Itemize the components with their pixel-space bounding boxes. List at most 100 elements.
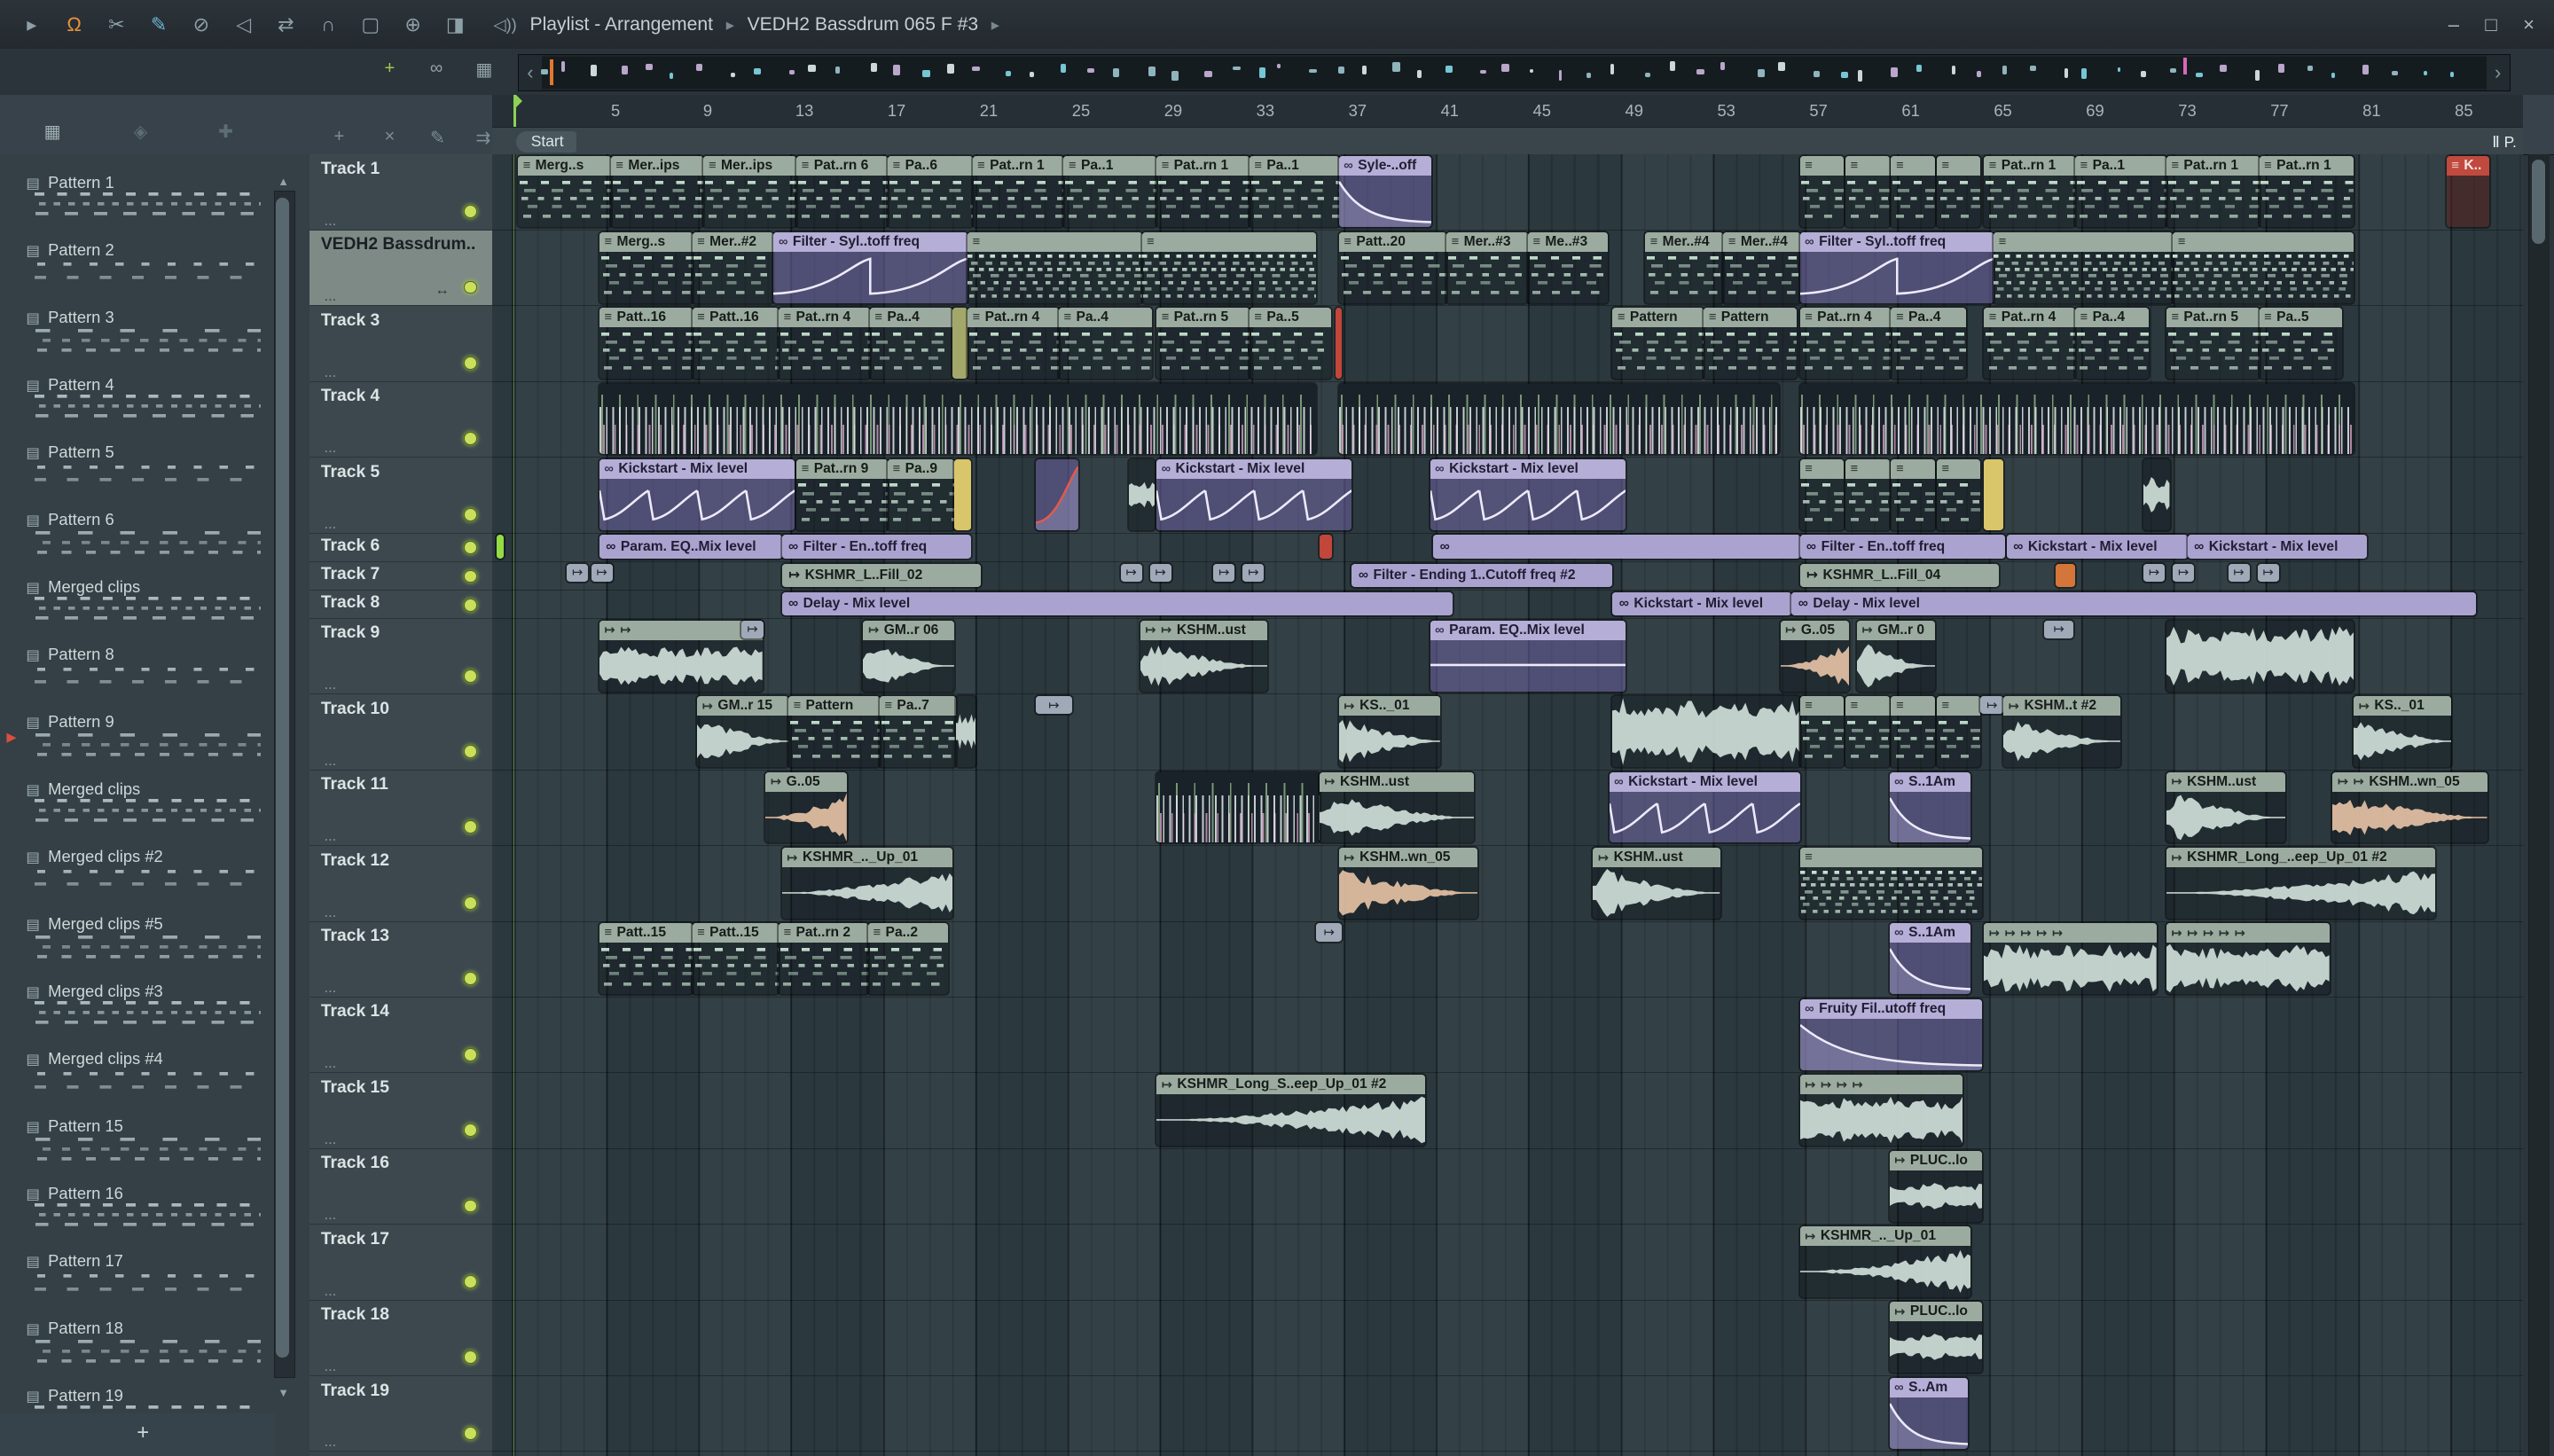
track-enable-led[interactable]	[464, 598, 478, 612]
audio-slice-clip[interactable]: ↦	[1149, 563, 1171, 582]
play-icon[interactable]: ▸	[20, 13, 44, 36]
monitor-icon[interactable]: ◨	[443, 13, 468, 36]
clip[interactable]: ∞ S..1Am	[1889, 771, 1971, 843]
track-header[interactable]: Track 13...	[309, 921, 492, 998]
audio-slice-clip[interactable]: ↦	[1242, 563, 1265, 582]
clip[interactable]: ≡	[2173, 231, 2354, 303]
clip[interactable]: ≡ Mer..#2	[692, 231, 774, 303]
track-enable-led[interactable]	[464, 541, 478, 555]
track-options-dots[interactable]: ...	[324, 1282, 336, 1300]
delete-icon[interactable]: ×	[384, 127, 395, 147]
pattern-list-item[interactable]: ▤ Pattern 1	[6, 165, 267, 231]
audio-slice-clip[interactable]: ↦	[1980, 696, 2004, 715]
track-enable-led[interactable]	[464, 669, 478, 683]
audio-slice-clip[interactable]: ↦	[1120, 563, 1142, 582]
clip[interactable]	[1612, 696, 1800, 768]
audio-slice-clip[interactable]: ↦	[2173, 563, 2195, 582]
fl-logo-icon[interactable]: Ω	[62, 13, 87, 36]
pattern-list-item[interactable]: ▤ Pattern 8	[6, 637, 267, 703]
track-enable-led[interactable]	[464, 432, 478, 446]
clip[interactable]	[2166, 620, 2354, 692]
track-enable-led[interactable]	[464, 1123, 478, 1137]
pattern-list-item[interactable]: ▤ Merged clips	[6, 569, 267, 636]
pattern-list-item[interactable]: ▤ Merged clips #2	[6, 839, 267, 905]
swap-tool-icon[interactable]: ⇄	[274, 13, 299, 36]
clip[interactable]: ∞ Filter - En..toff freq	[1799, 535, 2005, 559]
clip[interactable]: ≡ Pa..4	[869, 308, 953, 380]
track-options-dots[interactable]: ...	[324, 364, 336, 381]
snap-magnet-icon[interactable]: ∩	[316, 13, 341, 36]
track-header[interactable]: Track 1...	[309, 154, 492, 231]
clip[interactable]	[1128, 458, 1156, 530]
clip[interactable]: ∞ Syle-..off	[1338, 156, 1432, 228]
track-options-dots[interactable]: ...	[324, 1054, 336, 1072]
sliver-clip[interactable]	[954, 458, 971, 530]
track-header[interactable]: Track 9...	[309, 618, 492, 695]
clip[interactable]: ≡ Pattern	[787, 696, 880, 768]
clip[interactable]: ≡ Pa..9	[888, 458, 955, 530]
clip[interactable]: ↦ KSHM..t #2	[2003, 696, 2121, 768]
clip[interactable]: ∞ Param. EQ..Mix level	[599, 535, 782, 559]
audio-slice-clip[interactable]: ↦	[2044, 620, 2074, 638]
marker-lane[interactable]: Start Ⅱ P.	[491, 127, 2524, 156]
clip[interactable]: ↦ KS.._01	[1338, 696, 1440, 768]
song-overview-scrollbar[interactable]: ‹ ›	[518, 53, 2511, 91]
track-options-dots[interactable]: ...	[324, 979, 336, 997]
diamond-icon[interactable]: ◈	[134, 121, 148, 143]
sliver-clip[interactable]	[1319, 535, 1333, 559]
clip[interactable]: ∞ Delay - Mix level	[1791, 591, 2476, 616]
sliver-clip[interactable]	[952, 308, 968, 380]
track-options-dots[interactable]: ...	[324, 752, 336, 770]
clip[interactable]: ≡ Pat..rn 1	[972, 156, 1064, 228]
track-header[interactable]: Track 15...	[309, 1073, 492, 1149]
clip[interactable]	[1156, 771, 1320, 843]
track-options-dots[interactable]: ...	[324, 827, 336, 845]
clip[interactable]: ↦ KSHMR_Long_S..eep_Up_01 #2	[1156, 1075, 1426, 1147]
track-enable-led[interactable]	[464, 569, 478, 583]
clip[interactable]	[599, 383, 1317, 455]
clip[interactable]: ≡ Pa..4	[2074, 308, 2149, 380]
clip[interactable]: ≡ Pat..rn 5	[1156, 308, 1250, 380]
clip[interactable]: ∞ Filter - Ending 1..Cutoff freq #2	[1351, 563, 1613, 588]
clip[interactable]: ≡	[1799, 696, 1845, 768]
clip[interactable]: ≡ Pa..5	[1249, 308, 1331, 380]
clip[interactable]: ↦ GM..r 06	[863, 620, 955, 692]
select-tool-icon[interactable]: ▢	[358, 13, 383, 36]
clip[interactable]: ≡ Patt..15	[599, 923, 693, 995]
audio-slice-clip[interactable]: ↦	[567, 563, 589, 582]
clip[interactable]: ≡ Merg..s	[599, 231, 693, 303]
clip[interactable]: ≡ Pat..rn 1	[2166, 156, 2260, 228]
clip[interactable]: ∞ Kickstart - Mix level	[1430, 458, 1626, 530]
audio-slice-clip[interactable]: ↦	[1316, 923, 1343, 942]
pattern-list-item[interactable]: ▤ Merged clips	[6, 771, 267, 838]
sliver-clip[interactable]	[1336, 308, 1343, 380]
clip[interactable]: ≡ Mer..#3	[1446, 231, 1528, 303]
clip[interactable]: ≡ Pa..4	[1058, 308, 1152, 380]
clip[interactable]: ≡ Pat..rn 1	[1984, 156, 2075, 228]
track-header[interactable]: Track 4...	[309, 381, 492, 458]
audio-slice-clip[interactable]: ↦	[1213, 563, 1235, 582]
track-options-dots[interactable]: ...	[324, 287, 336, 305]
clip[interactable]: ↦ KSHM..wn_05	[1338, 848, 1477, 919]
clip[interactable]: ≡ Pat..rn 5	[2166, 308, 2260, 380]
zoom-tool-icon[interactable]: ⊕	[401, 13, 426, 36]
clip[interactable]: ≡	[1845, 458, 1890, 530]
track-options-dots[interactable]: ...	[324, 904, 336, 921]
clip[interactable]: ↦ ↦ ↦ ↦ ↦	[2166, 923, 2330, 995]
playlist-grid[interactable]: ≡ Merg..s ≡ Mer..ips ≡ Mer..ips ≡ Pat..rn 6 ≡ Pa.…	[491, 154, 2524, 1456]
track-header[interactable]: VEDH2 Bassdrum..... ↔	[309, 230, 492, 307]
pattern-list-item[interactable]: ▤ Merged clips #4	[6, 1041, 267, 1108]
slide-tool-icon[interactable]: +	[384, 59, 395, 79]
clip[interactable]: ≡ Patt..15	[692, 923, 779, 995]
audio-slice-clip[interactable]: ↦	[591, 563, 613, 582]
clip[interactable]: ≡ Patt..16	[692, 308, 779, 380]
track-options-dots[interactable]: ...	[324, 1206, 336, 1224]
clip[interactable]: ↦ KSHM..ust	[1593, 848, 1720, 919]
clip[interactable]: ≡	[1799, 848, 1983, 919]
track-enable-led[interactable]	[464, 896, 478, 910]
clip[interactable]: ≡	[1891, 696, 1936, 768]
clip[interactable]: ∞ Kickstart - Mix level	[1609, 771, 1800, 843]
clip[interactable]: ≡ Patt..20	[1338, 231, 1446, 303]
pattern-list-item[interactable]: ▤ Pattern 3	[6, 300, 267, 366]
pattern-list-item[interactable]: ▤ Pattern 17	[6, 1243, 267, 1310]
